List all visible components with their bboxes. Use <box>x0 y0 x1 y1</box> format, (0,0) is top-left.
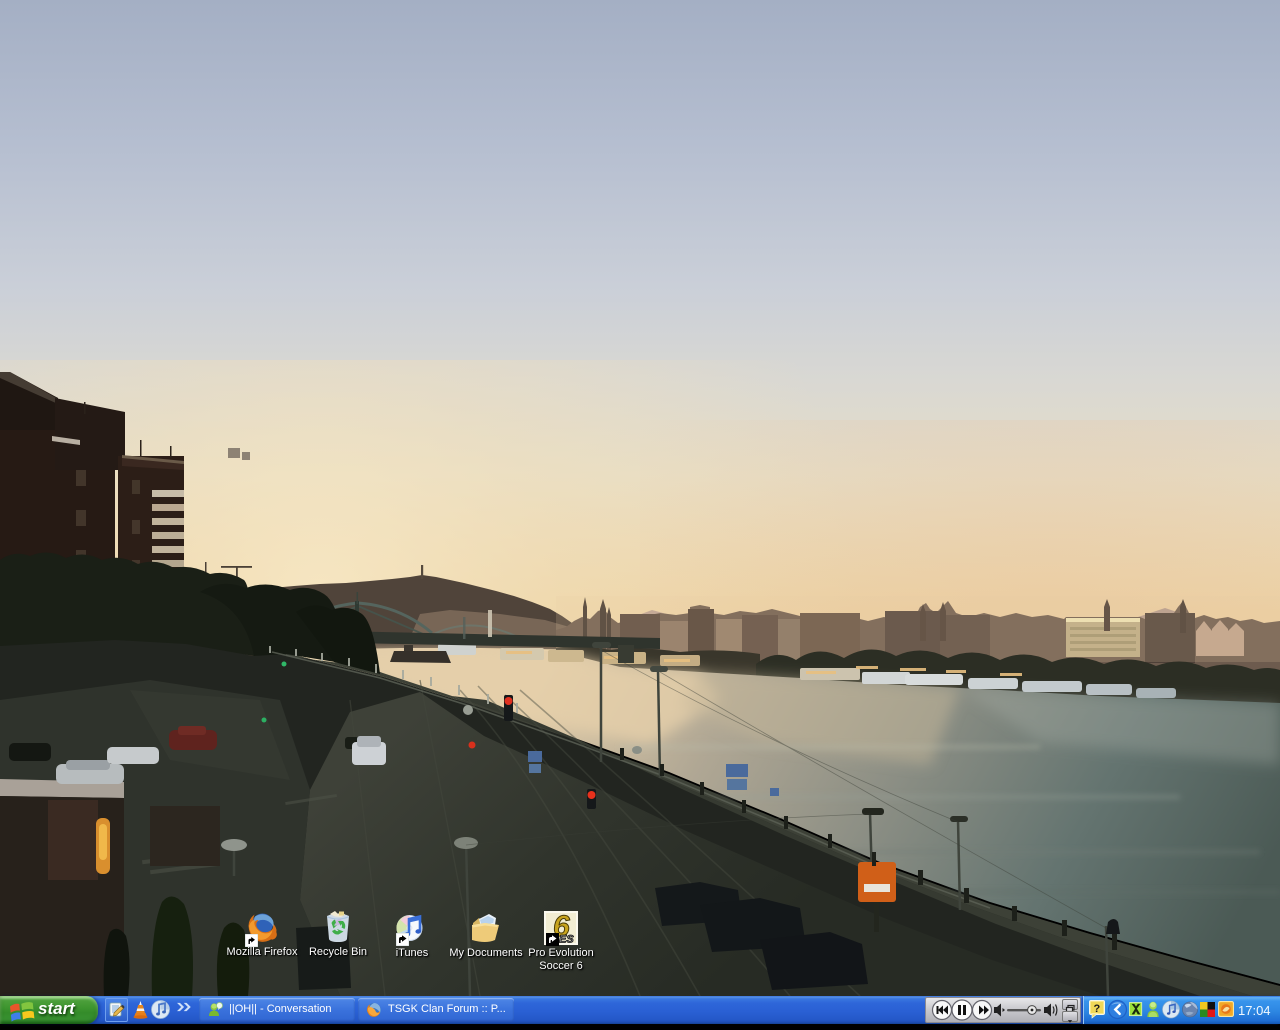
svg-text:ES: ES <box>559 934 574 946</box>
svg-text:?: ? <box>1094 1003 1101 1015</box>
